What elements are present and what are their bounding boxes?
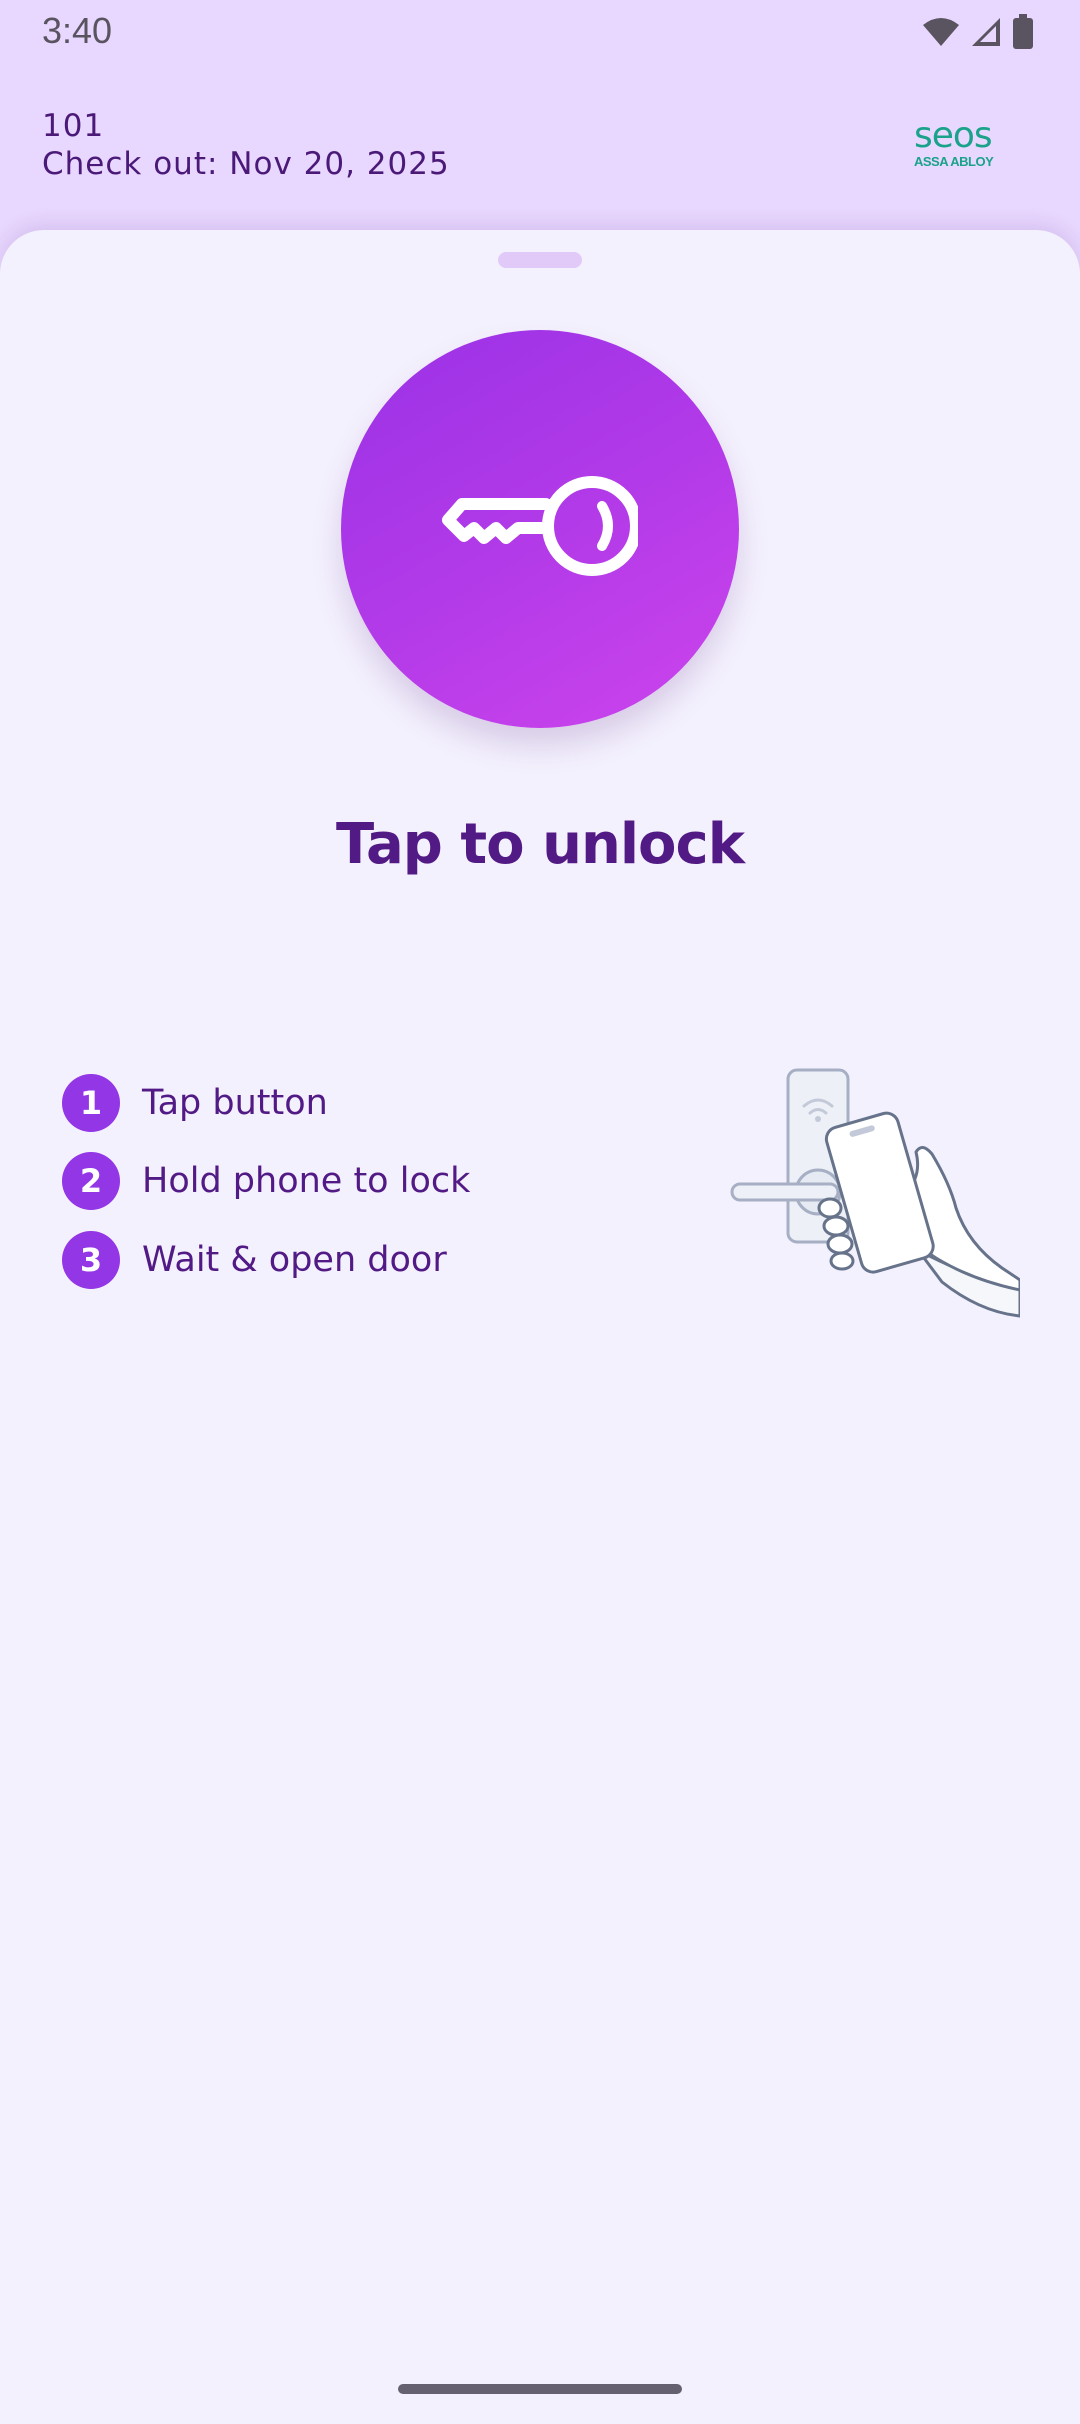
battery-icon (1013, 14, 1033, 49)
drag-handle[interactable] (498, 252, 582, 268)
checkout-date: Check out: Nov 20, 2025 (42, 146, 450, 182)
step-item: 3 Wait & open door (62, 1231, 662, 1289)
wifi-icon (923, 18, 959, 46)
brand-logo-main: seos (914, 115, 993, 156)
brand-logo-sub: ASSA ABLOY (914, 154, 994, 169)
status-bar: 3:40 (0, 0, 1080, 64)
unlock-sheet: Tap to unlock 1 Tap button 2 Hold phone … (0, 230, 1080, 2424)
status-time: 3:40 (42, 10, 113, 51)
unlock-title: Tap to unlock (336, 812, 745, 877)
step-number-badge: 2 (62, 1152, 120, 1210)
step-item: 2 Hold phone to lock (62, 1152, 662, 1210)
cell-signal-icon (972, 18, 1000, 46)
status-icons (922, 12, 1034, 52)
brand-logo: seos ASSA ABLOY (906, 118, 1006, 174)
key-icon (442, 476, 638, 576)
step-label: Wait & open door (142, 1240, 447, 1280)
room-number: 101 (42, 108, 105, 144)
unlock-button[interactable] (341, 330, 739, 728)
step-label: Tap button (142, 1083, 328, 1123)
step-item: 1 Tap button (62, 1074, 662, 1132)
step-label: Hold phone to lock (142, 1161, 471, 1201)
step-number-badge: 3 (62, 1231, 120, 1289)
gesture-nav-bar[interactable] (398, 2384, 682, 2394)
step-number-badge: 1 (62, 1074, 120, 1132)
phone-to-lock-illustration (730, 1068, 1020, 1318)
